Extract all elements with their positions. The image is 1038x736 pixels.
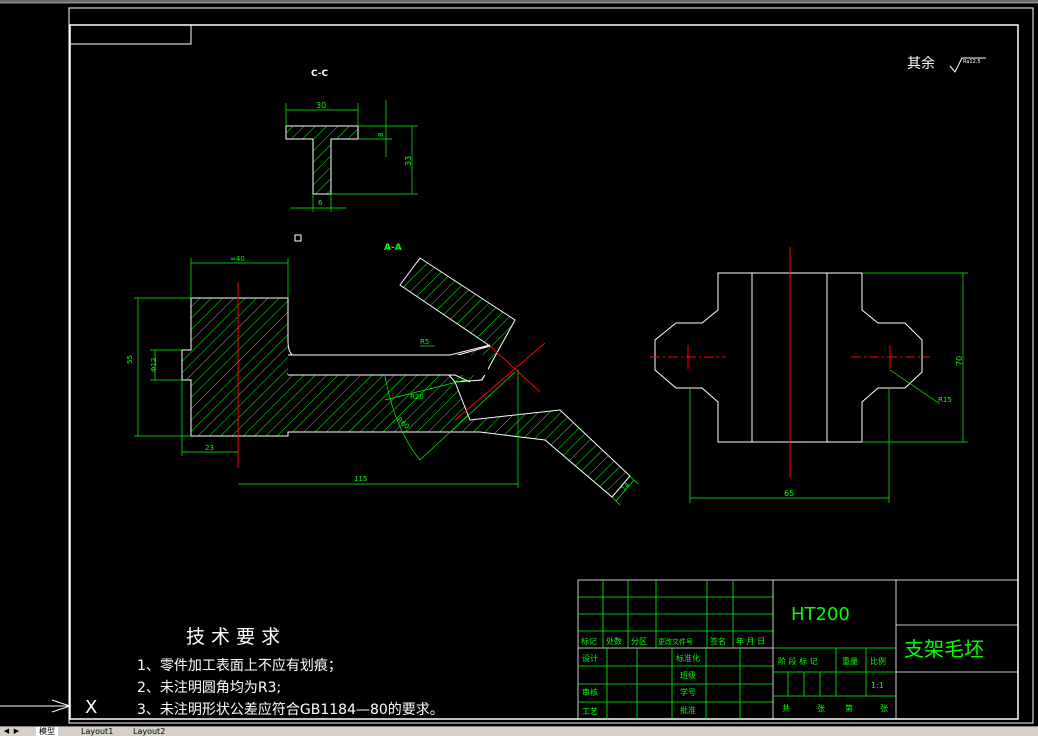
- svg-text:设计: 设计: [582, 653, 598, 663]
- svg-text:≈40: ≈40: [230, 255, 245, 263]
- svg-text:重量: 重量: [842, 656, 858, 666]
- svg-text:115: 115: [354, 475, 367, 483]
- tech-item-3: 3、未注明形状公差应符合GB1184—80的要求。: [137, 701, 444, 718]
- svg-text:工艺: 工艺: [582, 707, 598, 716]
- svg-text:班级: 班级: [680, 670, 696, 680]
- svg-text:55: 55: [126, 355, 134, 364]
- svg-text:Φ12: Φ12: [150, 358, 158, 372]
- ucs-icon: X: [0, 697, 97, 718]
- svg-text:70: 70: [955, 356, 964, 366]
- part-name: 支架毛坯: [904, 637, 984, 661]
- svg-text:6: 6: [318, 199, 323, 207]
- tech-item-2: 2、未注明圆角均为R3;: [137, 680, 281, 696]
- svg-text:更改文件号: 更改文件号: [658, 637, 693, 646]
- svg-text:8: 8: [377, 133, 385, 137]
- svg-text:Ra12.5: Ra12.5: [963, 59, 981, 65]
- svg-text:23: 23: [205, 444, 214, 452]
- svg-text:第: 第: [845, 703, 853, 713]
- svg-text:审核: 审核: [582, 687, 598, 697]
- svg-text:批准: 批准: [680, 705, 696, 715]
- svg-text:共: 共: [782, 704, 790, 713]
- svg-text:R5: R5: [420, 338, 429, 346]
- svg-text:标准化: 标准化: [676, 653, 700, 663]
- svg-text:标记: 标记: [581, 636, 597, 646]
- roughness-symbol: Ra12.5: [949, 57, 986, 73]
- svg-text:R15: R15: [938, 396, 952, 404]
- svg-text:1:1: 1:1: [871, 681, 884, 690]
- svg-text:比例: 比例: [870, 656, 886, 666]
- tech-requirements: 技 术 要 求 1、零件加工表面上不应有划痕； 2、未注明圆角均为R3; 3、未…: [137, 626, 444, 718]
- svg-text:阶 段 标 记: 阶 段 标 记: [778, 656, 818, 666]
- svg-text:30: 30: [316, 101, 326, 110]
- title-block-text: HT200 支架毛坯 标记 处数 分区 更改文件号 签名 年 月 日 设计 审核…: [581, 604, 984, 716]
- material-label: HT200: [791, 604, 850, 625]
- roughness-note: 其余: [907, 55, 935, 72]
- svg-text:33: 33: [404, 156, 413, 166]
- svg-text:分区: 分区: [631, 637, 647, 646]
- view-label: A-A: [384, 243, 402, 253]
- svg-text:学号: 学号: [680, 687, 696, 697]
- code-box: [69, 24, 192, 45]
- svg-text:X: X: [85, 697, 97, 718]
- svg-text:65: 65: [784, 489, 794, 498]
- svg-text:处数: 处数: [606, 636, 622, 646]
- svg-text:R20: R20: [410, 393, 424, 401]
- section-label: C-C: [311, 69, 329, 79]
- svg-text:年 月 日: 年 月 日: [736, 636, 765, 646]
- svg-text:张: 张: [880, 704, 888, 713]
- drawing-canvas[interactable]: 其余 Ra12.5 C-C 30 8 33 6 A-A ≈40 55 Φ12 2…: [0, 0, 1038, 735]
- tech-item-1: 1、零件加工表面上不应有划痕；: [137, 657, 342, 674]
- side-view: 70 65 R15: [650, 247, 968, 503]
- svg-text:签名: 签名: [710, 636, 726, 646]
- section-cc: 30 8 33 6: [285, 100, 418, 212]
- point-marker: [294, 234, 302, 242]
- tech-title: 技 术 要 求: [186, 626, 280, 648]
- svg-text:张: 张: [817, 704, 825, 713]
- front-view: ≈40 55 Φ12 23 115 R5 R20 R60 14: [126, 255, 639, 506]
